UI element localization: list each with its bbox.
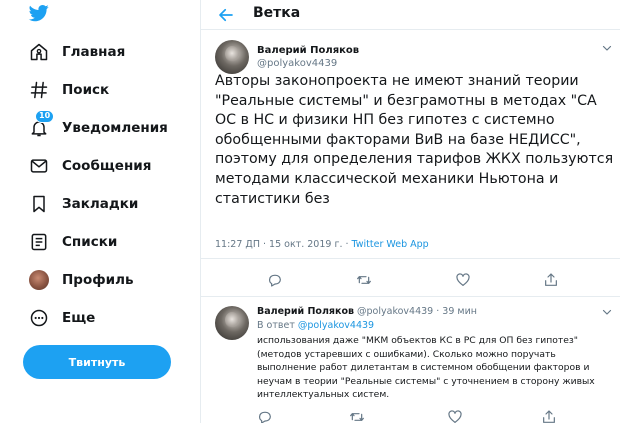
bookmark-icon [28, 193, 50, 215]
tweet-timestamp[interactable]: 11:27 ДП · 15 окт. 2019 г. · [215, 239, 352, 250]
replying-to: В ответ @polyakov4439 [257, 320, 374, 331]
sidebar-item-label: Сообщения [62, 158, 152, 174]
share-icon[interactable] [543, 272, 559, 288]
like-icon[interactable] [447, 409, 463, 423]
reply-text: использования даже "МКМ объектов КС в РС… [257, 335, 595, 400]
thread-header: Ветка [201, 0, 620, 30]
notification-count-badge: 10 [35, 110, 55, 123]
sidebar-item-more[interactable]: Еще [28, 304, 95, 332]
divider [201, 296, 620, 297]
sidebar-item-label: Закладки [62, 196, 139, 212]
tweet-meta: 11:27 ДП · 15 окт. 2019 г. · Twitter Web… [215, 239, 429, 250]
tweet-source-link[interactable]: Twitter Web App [352, 239, 429, 250]
like-icon[interactable] [455, 272, 471, 288]
sidebar: Главная Поиск 10 Уведомления Сообщения З… [0, 0, 200, 423]
replying-to-handle[interactable]: @polyakov4439 [298, 320, 374, 331]
sidebar-item-label: Поиск [62, 82, 110, 98]
reply-author-avatar[interactable] [215, 306, 249, 340]
divider [201, 258, 620, 259]
author-avatar[interactable] [215, 40, 249, 74]
reply-icon[interactable] [257, 409, 273, 423]
share-icon[interactable] [541, 409, 557, 423]
sidebar-item-home[interactable]: Главная [28, 38, 125, 66]
reply-handle-time[interactable]: @polyakov4439 · 39 мин [357, 306, 477, 317]
home-icon [28, 41, 50, 63]
sidebar-item-explore[interactable]: Поиск [28, 76, 109, 104]
sidebar-item-label: Списки [62, 234, 118, 250]
back-arrow-icon[interactable] [217, 6, 235, 24]
sidebar-item-bookmarks[interactable]: Закладки [28, 190, 138, 218]
sidebar-item-notifications[interactable]: 10 Уведомления [28, 110, 168, 142]
envelope-icon [28, 155, 50, 177]
list-icon [28, 231, 50, 253]
sidebar-item-label: Уведомления [62, 120, 168, 136]
replying-to-prefix: В ответ [257, 320, 298, 331]
reply-header: Валерий Поляков @polyakov4439 · 39 мин [257, 306, 477, 317]
author-name[interactable]: Валерий Поляков [257, 45, 359, 56]
sidebar-item-label: Еще [62, 310, 96, 326]
hashtag-icon [28, 79, 50, 101]
page-title: Ветка [253, 5, 301, 21]
tweet-button[interactable]: Твитнуть [23, 345, 171, 379]
twitter-logo-icon[interactable] [28, 3, 50, 23]
author-handle[interactable]: @polyakov4439 [257, 58, 337, 69]
sidebar-item-label: Профиль [62, 272, 134, 288]
sidebar-item-profile[interactable]: Профиль [28, 266, 134, 294]
chevron-down-icon[interactable] [601, 306, 613, 318]
sidebar-item-lists[interactable]: Списки [28, 228, 117, 256]
chevron-down-icon[interactable] [601, 42, 613, 54]
reply-icon[interactable] [267, 272, 283, 288]
bell-icon: 10 [28, 110, 55, 139]
more-icon [28, 307, 50, 329]
sidebar-item-messages[interactable]: Сообщения [28, 152, 151, 180]
reply-author-name[interactable]: Валерий Поляков [257, 306, 354, 317]
avatar [29, 270, 49, 290]
retweet-icon[interactable] [349, 409, 365, 423]
thread-column: Ветка Валерий Поляков @polyakov4439 Авто… [200, 0, 620, 423]
sidebar-item-label: Главная [62, 44, 126, 60]
tweet-text: Авторы законопроекта не имеют знаний тео… [215, 73, 614, 207]
retweet-icon[interactable] [356, 272, 372, 288]
